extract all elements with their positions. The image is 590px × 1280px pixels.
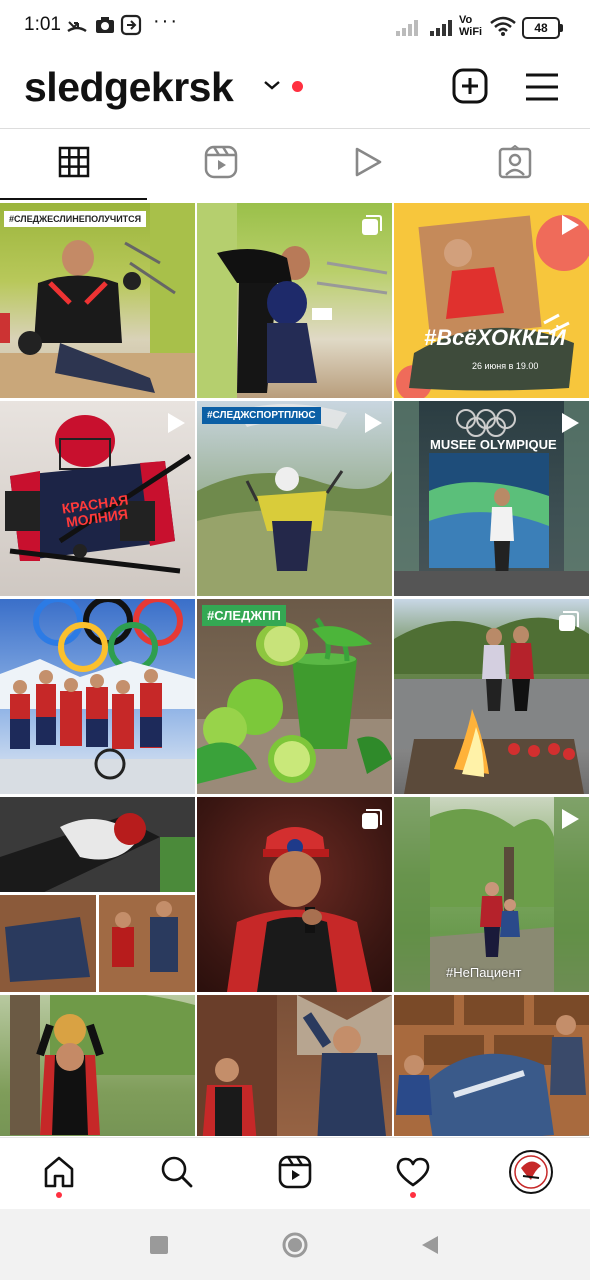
search-icon	[160, 1155, 194, 1194]
home-button[interactable]	[282, 1232, 308, 1263]
post-title: #ВсёХОККЕЙ	[424, 325, 566, 350]
profile-username[interactable]: sledgekrsk	[24, 64, 234, 111]
post-hashtag: #НеПациент	[446, 965, 522, 980]
signal-icon-2	[430, 18, 458, 41]
posts-grid: #СЛЕДЖЕСЛИНЕПОЛУЧИТСЯ #ВсёХОККЕЙ 26 июня…	[0, 203, 590, 1136]
post-tile[interactable]: #СЛЕДЖПП	[197, 599, 392, 794]
bottom-navigation	[0, 1137, 590, 1210]
nav-search[interactable]	[152, 1152, 202, 1196]
reels-icon	[204, 145, 238, 184]
system-navigation-bar	[0, 1209, 590, 1280]
status-bar: 1:01 ··· Vo WiFi 48	[0, 0, 590, 56]
battery-indicator: 48	[522, 17, 563, 39]
post-image	[0, 599, 195, 794]
nav-home[interactable]	[34, 1152, 84, 1196]
post-tile[interactable]: #СЛЕДЖСПОРТПЛЮС	[197, 401, 392, 596]
post-tile[interactable]: #ВсёХОККЕЙ 26 июня в 19.00	[394, 203, 589, 398]
reel-play-icon	[559, 411, 581, 440]
tab-videos[interactable]	[294, 129, 441, 199]
post-hashtag: #СЛЕДЖПП	[202, 605, 286, 626]
post-image	[10, 995, 195, 1135]
play-icon	[353, 146, 383, 183]
reels-icon	[278, 1155, 312, 1194]
camera-icon	[94, 14, 116, 41]
post-tile[interactable]: #НеПациент	[394, 797, 589, 992]
carousel-icon	[557, 609, 581, 638]
nav-profile[interactable]	[506, 1149, 556, 1199]
screen-record-icon	[120, 14, 142, 41]
back-button[interactable]	[420, 1235, 440, 1260]
post-tile[interactable]	[0, 995, 195, 1136]
post-image	[197, 617, 392, 794]
tab-grid[interactable]	[0, 129, 147, 199]
reel-play-icon	[362, 411, 384, 440]
post-tile[interactable]	[394, 995, 589, 1136]
grid-icon	[58, 146, 90, 183]
post-hashtag: #СЛЕДЖСПОРТПЛЮС	[202, 407, 321, 424]
post-tile[interactable]: MUSEE OLYMPIQUE	[394, 401, 589, 596]
active-tab-indicator	[0, 198, 147, 200]
post-tile[interactable]	[197, 995, 392, 1136]
carousel-icon	[360, 213, 384, 242]
post-tile[interactable]: #СЛЕДЖЕСЛИНЕПОЛУЧИТСЯ	[0, 203, 195, 398]
avatar	[509, 1149, 553, 1199]
post-image	[0, 797, 195, 992]
notification-dot	[292, 81, 303, 92]
tagged-person-icon	[498, 144, 532, 184]
post-tile[interactable]	[0, 599, 195, 794]
post-hashtag: #СЛЕДЖЕСЛИНЕПОЛУЧИТСЯ	[4, 211, 147, 227]
chevron-down-icon[interactable]	[262, 78, 282, 97]
nav-reels[interactable]	[270, 1152, 320, 1196]
carousel-icon	[360, 807, 384, 836]
nav-activity[interactable]	[388, 1152, 438, 1196]
missed-call-icon	[66, 14, 88, 41]
status-time: 1:01	[24, 14, 61, 35]
museum-sign: MUSEE OLYMPIQUE	[430, 437, 557, 452]
signal-icon	[396, 18, 424, 41]
reel-play-icon	[165, 411, 187, 440]
menu-button[interactable]	[524, 72, 560, 107]
post-tile[interactable]	[0, 797, 195, 992]
profile-header: sledgekrsk	[0, 56, 590, 129]
post-tile[interactable]	[197, 203, 392, 398]
post-tile[interactable]: КРАСНАЯ МОЛНИЯ	[0, 401, 195, 596]
post-image	[0, 203, 195, 398]
profile-tabs	[0, 129, 590, 201]
recents-button[interactable]	[150, 1236, 168, 1259]
activity-notification-dot	[410, 1192, 416, 1198]
vowifi-label: Vo WiFi	[459, 14, 483, 38]
home-icon	[42, 1155, 76, 1194]
tab-reels[interactable]	[147, 129, 294, 199]
post-date: 26 июня в 19.00	[472, 361, 539, 371]
reel-play-icon	[559, 807, 581, 836]
more-notifications-dots: ···	[153, 10, 179, 32]
post-image	[394, 995, 589, 1136]
reel-play-icon	[559, 213, 581, 242]
create-post-button[interactable]	[452, 68, 488, 109]
heart-icon	[395, 1156, 431, 1193]
post-image	[197, 995, 392, 1136]
home-notification-dot	[56, 1192, 62, 1198]
post-tile[interactable]	[394, 599, 589, 794]
tab-tagged[interactable]	[441, 129, 588, 199]
post-tile[interactable]	[197, 797, 392, 992]
wifi-icon	[490, 16, 516, 41]
